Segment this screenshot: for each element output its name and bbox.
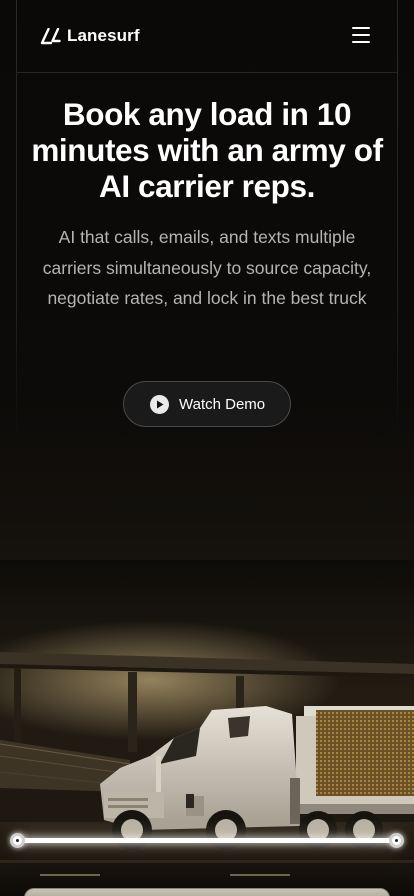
- play-icon: [150, 394, 169, 414]
- bottom-card-peek: [24, 888, 390, 896]
- site-header: Lanesurf: [16, 0, 398, 73]
- watch-demo-label: Watch Demo: [179, 395, 266, 413]
- brand-name: Lanesurf: [67, 26, 140, 45]
- watch-demo-button[interactable]: Watch Demo: [123, 381, 291, 427]
- timeline-track[interactable]: [16, 838, 398, 843]
- hamburger-menu-icon[interactable]: [352, 27, 371, 43]
- timeline-start-handle[interactable]: [10, 833, 25, 848]
- hero-subtitle: AI that calls, emails, and texts multipl…: [42, 227, 372, 308]
- landing-page: Lanesurf Book any load in 10 minutes wit…: [0, 0, 414, 896]
- lanesurf-logo-icon: [40, 27, 61, 44]
- hero-title: Book any load in 10 minutes with an army…: [31, 96, 383, 204]
- timeline-end-handle[interactable]: [389, 833, 404, 848]
- truck-highway-image: [0, 560, 414, 896]
- menu-bar: [352, 41, 370, 43]
- menu-bar: [352, 34, 370, 36]
- brand-logo[interactable]: Lanesurf: [40, 26, 140, 46]
- menu-bar: [352, 27, 370, 29]
